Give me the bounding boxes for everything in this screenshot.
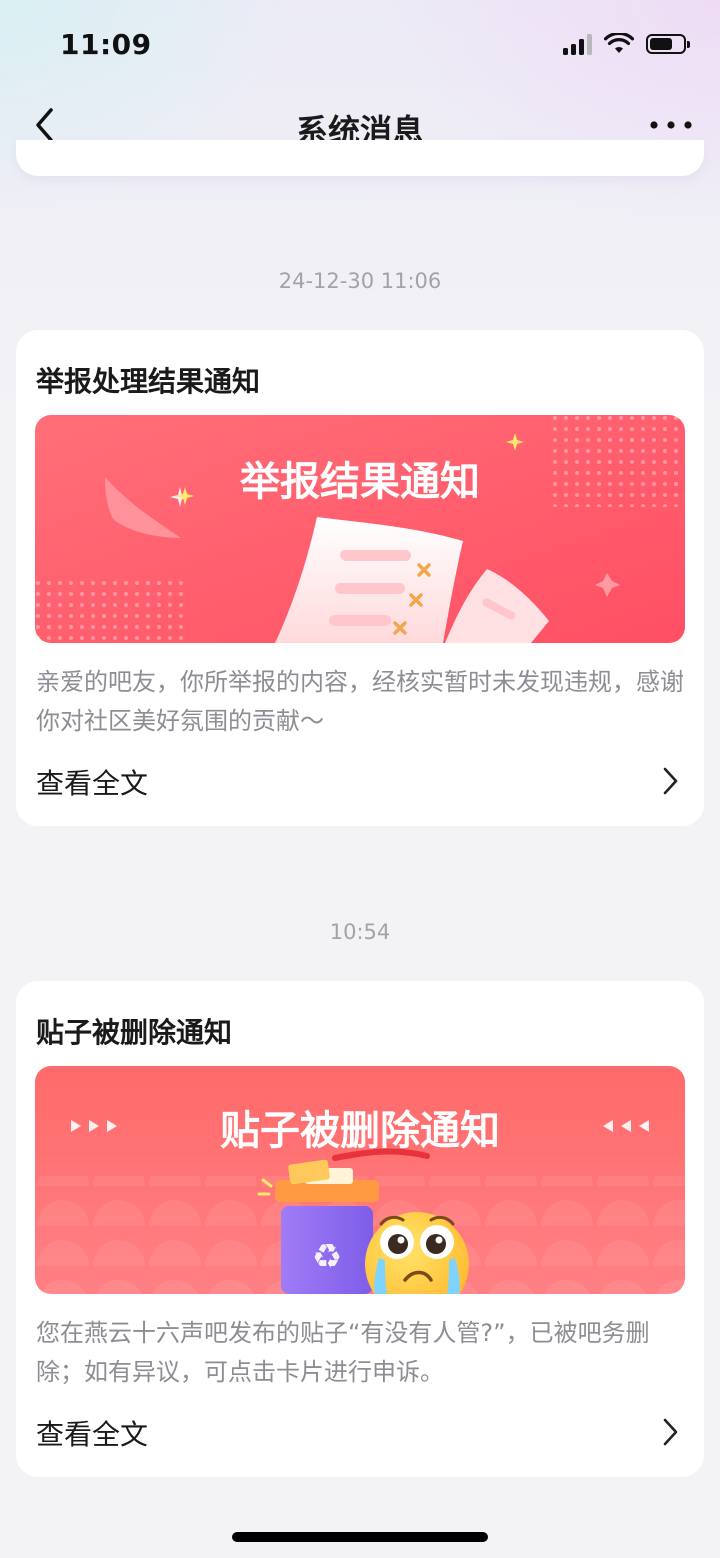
status-bar: 11:09 [0, 0, 720, 92]
more-dots-icon[interactable] [648, 110, 694, 140]
banner-headline: 贴子被删除通知 [220, 1108, 500, 1154]
wifi-icon [604, 33, 634, 53]
chevron-right-icon[interactable] [662, 1417, 680, 1447]
chevron-right-icon[interactable] [662, 766, 680, 796]
card-description: 亲爱的吧友，你所举报的内容，经核实暂时未发现违规，感谢你对社区美好氛围的贡献～ [36, 668, 684, 735]
previous-message-card[interactable] [16, 140, 704, 176]
banner-headline: 举报结果通知 [239, 459, 480, 505]
status-time: 11:09 [60, 28, 152, 61]
read-full-text-link[interactable]: 查看全文 [36, 762, 148, 802]
home-indicator[interactable] [232, 1532, 488, 1542]
report-result-card[interactable]: 举报处理结果通知 举报结果通知 亲爱的吧友，你所举报的内容，经核实暂时未发现违规… [16, 330, 704, 826]
status-icons [563, 33, 690, 55]
message-timestamp: 24-12-30 11:06 [278, 269, 442, 293]
svg-text:♻: ♻ [312, 1237, 342, 1277]
post-deleted-banner: 贴子被删除通知 ♻ [35, 1066, 685, 1294]
card-title: 贴子被删除通知 [36, 1016, 233, 1049]
read-full-text-link[interactable]: 查看全文 [36, 1413, 148, 1453]
report-result-banner: 举报结果通知 [35, 415, 685, 643]
card-description: 您在燕云十六声吧发布的贴子“有没有人管?”，已被吧务删除；如有异议，可点击卡片进… [36, 1319, 650, 1386]
card-title: 举报处理结果通知 [36, 365, 261, 398]
cellular-signal-icon [563, 33, 592, 55]
post-deleted-card[interactable]: 贴子被删除通知 贴子被删除通知 ♻ 您在燕云十六声吧发布的贴子“有没有人管?”，… [16, 981, 704, 1477]
battery-icon [646, 34, 690, 54]
message-timestamp: 10:54 [329, 920, 391, 944]
